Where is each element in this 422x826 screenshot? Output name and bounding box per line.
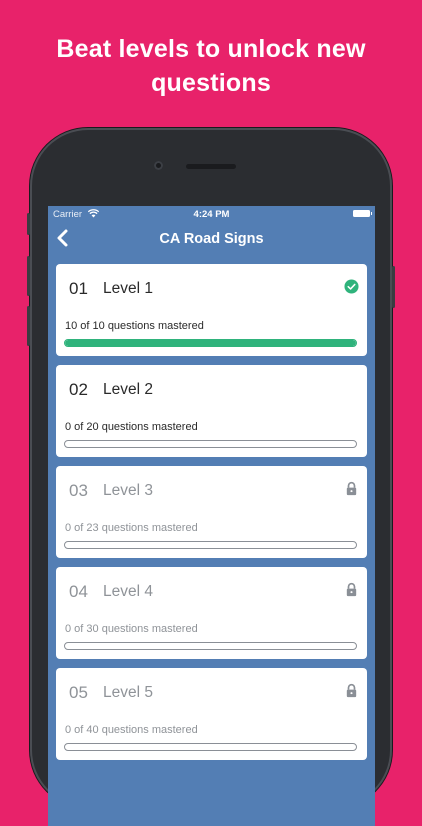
level-number: 01 [69, 279, 88, 298]
level-progress-text: 0 of 30 questions mastered [65, 623, 198, 635]
power-button [392, 266, 395, 308]
navigation-bar: CA Road Signs [48, 222, 375, 256]
level-name: Level 5 [103, 684, 153, 701]
lock-icon [346, 683, 357, 698]
volume-up-button [27, 256, 30, 296]
level-progress-bar [64, 642, 357, 650]
level-card-05: 05 Level 5 0 of 40 questions mastered [56, 668, 367, 760]
level-progress-text: 0 of 40 questions mastered [65, 724, 198, 736]
level-list: 01 Level 1 10 of 10 questions mastered 02 Le… [56, 264, 367, 769]
mute-switch [27, 213, 30, 235]
check-circle-icon [344, 279, 359, 294]
level-number: 04 [69, 582, 88, 601]
level-name: Level 3 [103, 482, 153, 499]
level-name: Level 1 [103, 280, 153, 297]
nav-title: CA Road Signs [159, 231, 264, 247]
promo-headline: Beat levels to unlock new questions [0, 32, 422, 100]
phone-frame: Carrier 4:24 PM CA Road Signs 01 Level 1 1… [27, 128, 395, 826]
level-card-03: 03 Level 3 0 of 23 questions mastered [56, 466, 367, 558]
level-progress-bar [64, 440, 357, 448]
promo-headline-line-1: Beat levels to unlock new [56, 35, 366, 63]
level-name: Level 2 [103, 381, 153, 398]
level-card-01[interactable]: 01 Level 1 10 of 10 questions mastered [56, 264, 367, 356]
lock-icon [346, 481, 357, 496]
earpiece-speaker [186, 164, 236, 169]
level-progress-bar [64, 541, 357, 549]
level-progress-text: 0 of 23 questions mastered [65, 522, 198, 534]
level-name: Level 4 [103, 583, 153, 600]
level-number: 02 [69, 380, 88, 399]
volume-down-button [27, 306, 30, 346]
front-camera [154, 161, 163, 170]
level-progress-fill [65, 340, 356, 346]
battery-icon [353, 210, 372, 217]
promo-headline-line-2: questions [151, 69, 271, 97]
level-card-04: 04 Level 4 0 of 30 questions mastered [56, 567, 367, 659]
app-screen: Carrier 4:24 PM CA Road Signs 01 Level 1 1… [48, 206, 375, 826]
level-progress-text: 10 of 10 questions mastered [65, 320, 204, 332]
clock: 4:24 PM [193, 209, 230, 220]
level-progress-bar [64, 339, 357, 347]
level-number: 05 [69, 683, 88, 702]
lock-icon [346, 582, 357, 597]
level-card-02[interactable]: 02 Level 2 0 of 20 questions mastered [56, 365, 367, 457]
level-progress-text: 0 of 20 questions mastered [65, 421, 198, 433]
level-number: 03 [69, 481, 88, 500]
status-bar: Carrier 4:24 PM [48, 206, 375, 222]
